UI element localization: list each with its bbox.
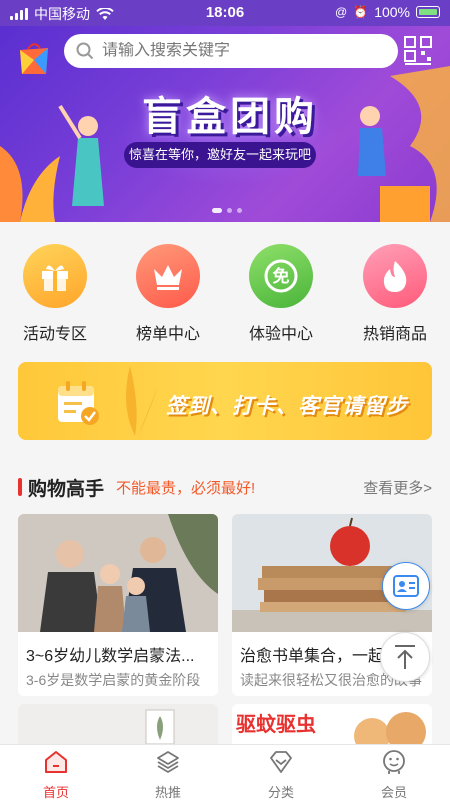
category-label: 活动专区 <box>22 326 87 343</box>
tab-home[interactable]: 首页 <box>0 749 112 800</box>
status-bar: 中国移动 18:06 @ ⏰ 100% <box>0 0 450 26</box>
tab-label: 首页 <box>42 785 69 800</box>
signin-text: 签到、打卡、客官请留步 <box>166 395 408 418</box>
banner-title: 盲盒团购 <box>142 94 318 140</box>
category-label: 榜单中心 <box>135 326 200 343</box>
category-hot-sales[interactable]: 热销商品 <box>340 244 450 344</box>
view-more-link[interactable]: 查看更多> <box>363 477 432 498</box>
diamond-icon <box>270 751 292 773</box>
arrow-up-icon <box>395 645 415 669</box>
layers-icon <box>157 751 179 774</box>
section-accent-bar <box>18 478 22 496</box>
svg-text:免: 免 <box>273 266 290 287</box>
product-card[interactable]: 驱蚊驱虫 <box>232 704 432 744</box>
signin-banner[interactable]: 签到、打卡、客官请留步 <box>18 362 432 440</box>
back-to-top-button[interactable] <box>380 632 430 682</box>
search-input[interactable] <box>102 42 362 60</box>
crown-icon <box>154 265 182 290</box>
tab-category[interactable]: 分类 <box>225 749 337 800</box>
calendar-check-icon <box>58 381 99 425</box>
tab-label: 会员 <box>380 785 407 800</box>
category-shortcuts: 活动专区 榜单中心 免 体验中心 热销商品 <box>0 222 450 360</box>
tab-label: 热推 <box>154 785 181 800</box>
contact-card-icon <box>393 575 419 597</box>
bottom-tab-bar: 首页 热推 分类 会员 <box>0 744 450 800</box>
qr-scan-icon[interactable] <box>404 36 432 66</box>
carousel-indicator <box>212 208 242 213</box>
flame-icon <box>383 261 407 292</box>
product-image <box>18 514 218 632</box>
free-badge-icon: 免 <box>264 259 298 293</box>
tab-hot[interactable]: 热推 <box>112 749 224 800</box>
decor-leaves <box>126 366 158 436</box>
section-header: 购物高手 不能最贵，必须最好! 查看更多> <box>18 474 432 500</box>
tab-member[interactable]: 会员 <box>338 749 450 800</box>
battery-icon <box>416 6 440 18</box>
product-title: 3~6岁幼儿数学启蒙法... <box>26 648 195 665</box>
banner-subtitle: 惊喜在等你，邀好友一起来玩吧 <box>124 142 316 168</box>
home-icon <box>45 751 67 773</box>
section-title: 购物高手 <box>28 479 105 500</box>
contact-card-button[interactable] <box>382 562 430 610</box>
gift-icon <box>42 265 68 291</box>
alarm-icon: ⏰ <box>353 5 369 19</box>
category-activity[interactable]: 活动专区 <box>0 244 110 344</box>
product-title: 驱蚊驱虫 <box>236 714 316 736</box>
product-image <box>18 704 218 744</box>
decor-right-figure <box>358 66 450 222</box>
battery-percent: 100% <box>374 4 410 20</box>
section-slogan: 不能最贵，必须最好! <box>116 480 256 497</box>
product-card[interactable] <box>18 704 218 744</box>
lock-rotation-icon: @ <box>335 5 348 19</box>
category-label: 热销商品 <box>362 326 427 343</box>
decor-left-figure <box>0 104 104 222</box>
search-bar[interactable] <box>64 34 398 68</box>
category-experience[interactable]: 免 体验中心 <box>226 244 336 344</box>
tab-label: 分类 <box>267 785 294 800</box>
product-image <box>354 712 426 744</box>
category-rankings[interactable]: 榜单中心 <box>113 244 223 344</box>
search-icon <box>76 42 94 60</box>
product-subtitle: 3-6岁是数学启蒙的黄金阶段 <box>26 672 201 688</box>
product-card[interactable]: 3~6岁幼儿数学启蒙法... 3-6岁是数学启蒙的黄金阶段 <box>18 514 218 696</box>
app-logo-icon[interactable] <box>16 40 52 76</box>
hero-banner[interactable]: 盲盒团购 惊喜在等你，邀好友一起来玩吧 <box>0 26 450 222</box>
category-label: 体验中心 <box>248 326 313 343</box>
member-icon <box>383 750 405 774</box>
